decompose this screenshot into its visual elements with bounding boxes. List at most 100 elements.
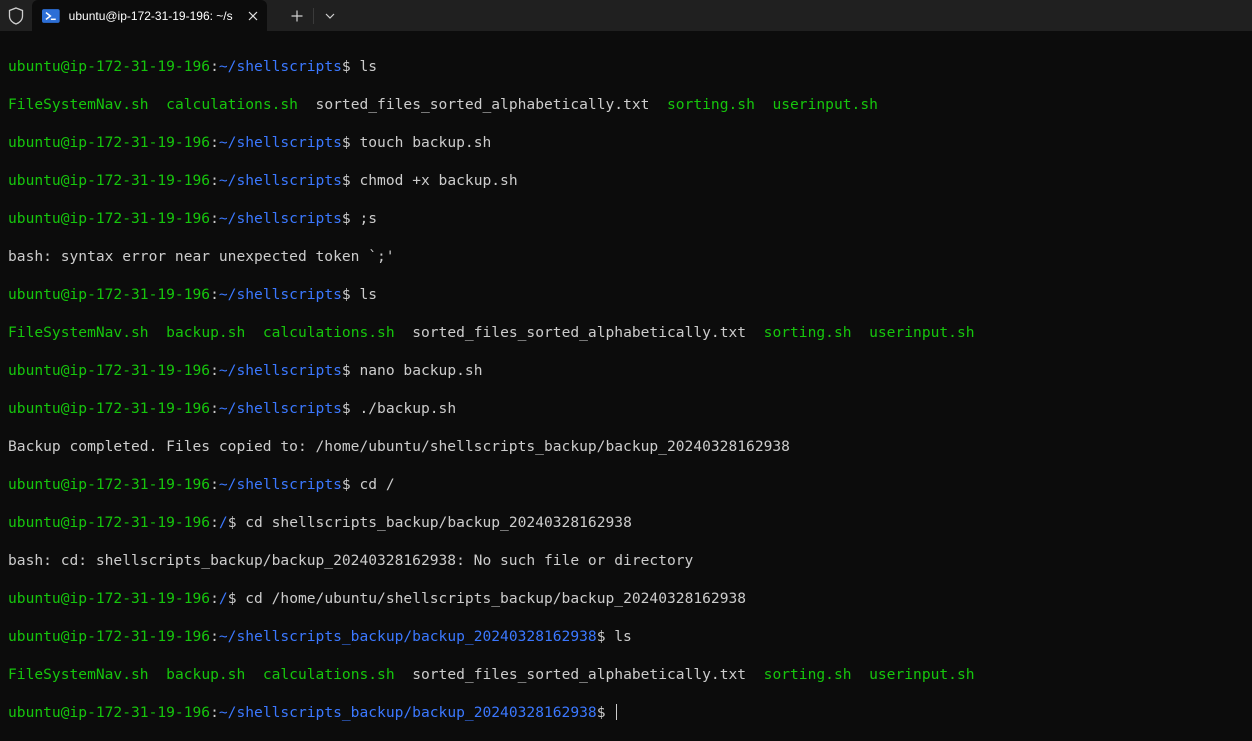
prompt-user: ubuntu@ip-172-31-19-196	[8, 514, 211, 531]
file-name: backup.sh	[166, 324, 246, 341]
output-text: bash: cd: shellscripts_backup/backup_202…	[8, 552, 694, 569]
command-text: $ ls	[596, 628, 632, 645]
prompt-path: ~/shellscripts	[218, 58, 342, 75]
prompt-colon: :	[210, 58, 219, 75]
file-name: sorting.sh	[763, 324, 852, 341]
file-name: sorting.sh	[763, 666, 852, 683]
terminal-line: FileSystemNav.sh backup.sh calculations.…	[8, 323, 1244, 342]
prompt-user: ubuntu@ip-172-31-19-196	[8, 362, 211, 379]
prompt-colon: :	[210, 400, 219, 417]
terminal-line: bash: syntax error near unexpected token…	[8, 247, 1244, 266]
terminal-line: ubuntu@ip-172-31-19-196:~/shellscripts$ …	[8, 171, 1244, 190]
prompt-user: ubuntu@ip-172-31-19-196	[8, 210, 211, 227]
text-cursor[interactable]	[616, 704, 618, 720]
prompt-path: ~/shellscripts	[218, 210, 342, 227]
prompt-path: /	[218, 590, 228, 607]
tab-title: ubuntu@ip-172-31-19-196: ~/s	[68, 8, 233, 23]
command-text: $ cd /home/ubuntu/shellscripts_backup/ba…	[227, 590, 747, 607]
command-text: $ ;s	[341, 210, 378, 227]
terminal-line: ubuntu@ip-172-31-19-196:~/shellscripts$ …	[8, 361, 1244, 380]
close-icon[interactable]	[240, 4, 267, 28]
prompt-path: ~/shellscripts	[218, 362, 342, 379]
terminal-line: ubuntu@ip-172-31-19-196:~/shellscripts$ …	[8, 399, 1244, 418]
terminal-line: ubuntu@ip-172-31-19-196:~/shellscripts_b…	[8, 703, 1244, 722]
prompt-user: ubuntu@ip-172-31-19-196	[8, 286, 211, 303]
prompt-path: ~/shellscripts	[218, 172, 342, 189]
prompt-user: ubuntu@ip-172-31-19-196	[8, 134, 211, 151]
terminal-output[interactable]: ubuntu@ip-172-31-19-196:~/shellscripts$ …	[0, 31, 1252, 741]
prompt-user: ubuntu@ip-172-31-19-196	[8, 172, 211, 189]
prompt-path: ~/shellscripts	[218, 400, 342, 417]
prompt-colon: :	[210, 476, 219, 493]
prompt-path: ~/shellscripts	[218, 476, 342, 493]
powershell-icon	[42, 8, 60, 23]
prompt-user: ubuntu@ip-172-31-19-196	[8, 400, 211, 417]
file-name: calculations.sh	[262, 666, 395, 683]
file-name: backup.sh	[166, 666, 246, 683]
prompt-colon: :	[210, 210, 219, 227]
shield-icon[interactable]	[0, 0, 32, 31]
title-bar: ubuntu@ip-172-31-19-196: ~/s	[0, 0, 1252, 31]
prompt-path: ~/shellscripts_backup/backup_20240328162…	[218, 704, 597, 721]
output-text: Backup completed. Files copied to: /home…	[8, 438, 790, 455]
file-name: sorting.sh	[667, 96, 755, 113]
terminal-line: ubuntu@ip-172-31-19-196:~/shellscripts_b…	[8, 627, 1244, 646]
file-name: calculations.sh	[262, 324, 395, 341]
tab-separator	[313, 7, 314, 24]
terminal-line: Backup completed. Files copied to: /home…	[8, 437, 1244, 456]
prompt-colon: :	[210, 628, 219, 645]
command-text: $ nano backup.sh	[341, 362, 483, 379]
file-name: userinput.sh	[869, 324, 975, 341]
prompt-colon: :	[210, 172, 219, 189]
terminal-line: ubuntu@ip-172-31-19-196:~/shellscripts$ …	[8, 285, 1244, 304]
prompt-path: /	[218, 514, 228, 531]
file-name: userinput.sh	[772, 96, 878, 113]
prompt-user: ubuntu@ip-172-31-19-196	[8, 476, 211, 493]
command-text: $	[596, 704, 615, 721]
command-text: $ touch backup.sh	[341, 134, 492, 151]
terminal-line: ubuntu@ip-172-31-19-196:~/shellscripts$ …	[8, 209, 1244, 228]
prompt-path: ~/shellscripts	[218, 286, 342, 303]
terminal-line: ubuntu@ip-172-31-19-196:~/shellscripts$ …	[8, 57, 1244, 76]
prompt-colon: :	[210, 134, 219, 151]
terminal-tab[interactable]: ubuntu@ip-172-31-19-196: ~/s	[32, 0, 267, 31]
prompt-user: ubuntu@ip-172-31-19-196	[8, 628, 211, 645]
file-name: sorted_files_sorted_alphabetically.txt	[412, 324, 747, 341]
file-name: FileSystemNav.sh	[8, 96, 149, 113]
chevron-down-icon[interactable]	[316, 2, 344, 30]
prompt-path: ~/shellscripts_backup/backup_20240328162…	[218, 628, 597, 645]
terminal-line: ubuntu@ip-172-31-19-196:~/shellscripts$ …	[8, 133, 1244, 152]
terminal-line: FileSystemNav.sh backup.sh calculations.…	[8, 665, 1244, 684]
terminal-line: bash: cd: shellscripts_backup/backup_202…	[8, 551, 1244, 570]
command-text: $ cd /	[341, 476, 395, 493]
plus-icon[interactable]	[283, 2, 311, 30]
prompt-colon: :	[210, 362, 219, 379]
command-text: $ ./backup.sh	[341, 400, 457, 417]
file-name: FileSystemNav.sh	[8, 324, 149, 341]
output-text: bash: syntax error near unexpected token…	[8, 248, 395, 265]
file-name: userinput.sh	[869, 666, 975, 683]
command-text: $ chmod +x backup.sh	[341, 172, 518, 189]
prompt-user: ubuntu@ip-172-31-19-196	[8, 58, 211, 75]
file-name: calculations.sh	[166, 96, 298, 113]
terminal-line: FileSystemNav.sh calculations.sh sorted_…	[8, 95, 1244, 114]
command-text: $ ls	[341, 58, 378, 75]
terminal-line: ubuntu@ip-172-31-19-196:~/shellscripts$ …	[8, 475, 1244, 494]
prompt-colon: :	[210, 590, 219, 607]
file-name: sorted_files_sorted_alphabetically.txt	[315, 96, 650, 113]
prompt-user: ubuntu@ip-172-31-19-196	[8, 590, 211, 607]
command-text: $ cd shellscripts_backup/backup_20240328…	[227, 514, 632, 531]
file-name: sorted_files_sorted_alphabetically.txt	[412, 666, 747, 683]
prompt-user: ubuntu@ip-172-31-19-196	[8, 704, 211, 721]
